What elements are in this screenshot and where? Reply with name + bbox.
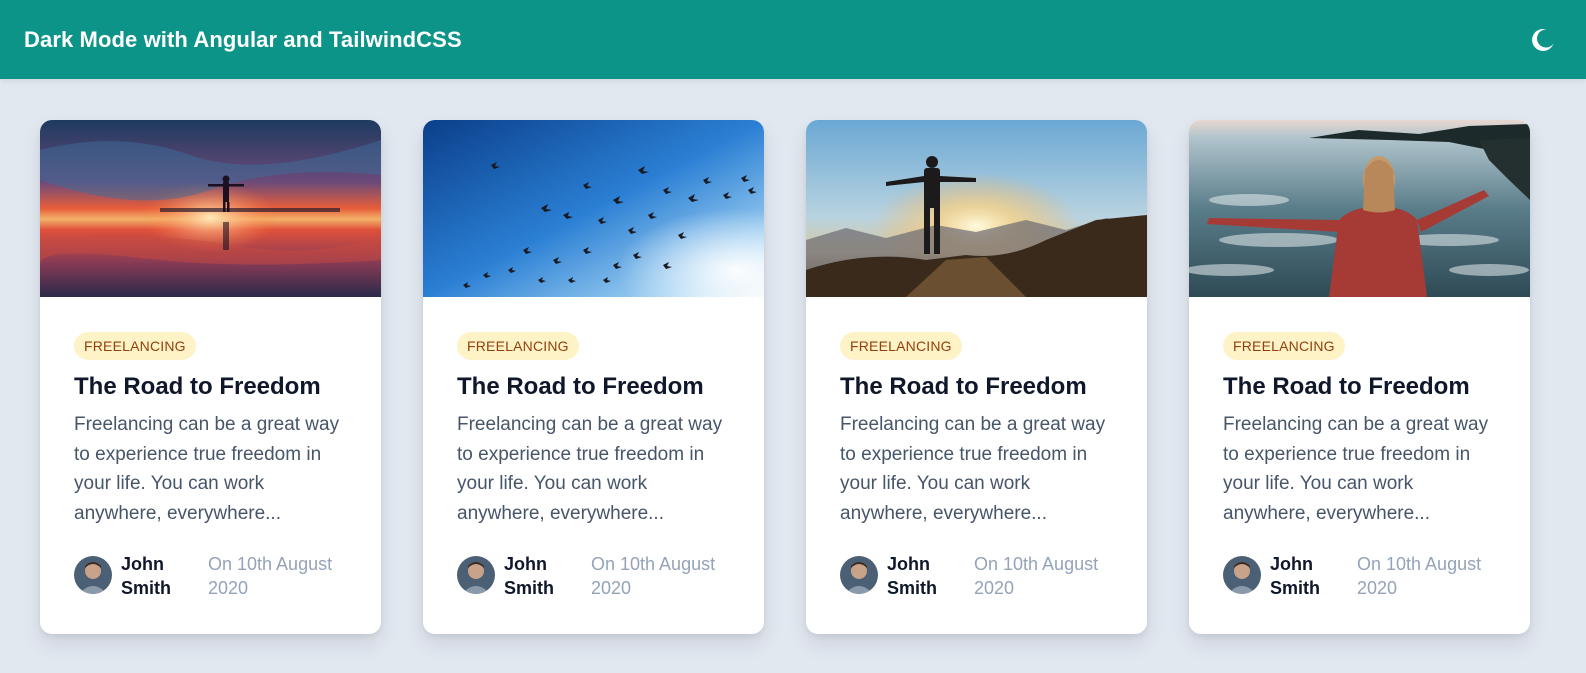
category-badge[interactable]: FREELANCING [74,332,196,360]
avatar [1223,556,1261,594]
post-date: On 10th August 2020 [1357,554,1482,598]
card-title[interactable]: The Road to Freedom [74,372,347,402]
avatar [457,556,495,594]
card-footer: John Smith On 10th August 2020 [840,552,1104,600]
author-name[interactable]: John Smith [887,552,967,600]
dark-mode-toggle-button[interactable] [1528,25,1558,55]
article-card[interactable]: FREELANCING The Road to Freedom Freelanc… [40,120,381,634]
card-excerpt: Freelancing can be a great way to experi… [840,414,1106,524]
birds-in-blue-sky-photo [423,120,764,297]
card-title[interactable]: The Road to Freedom [840,372,1113,402]
app-title: Dark Mode with Angular and TailwindCSS [24,26,462,52]
category-badge[interactable]: FREELANCING [457,332,579,360]
author-name[interactable]: John Smith [1270,552,1350,600]
article-card[interactable]: FREELANCING The Road to Freedom Freelanc… [1189,120,1530,634]
moon-icon [1532,28,1554,51]
card-title[interactable]: The Road to Freedom [457,372,730,402]
card-footer: John Smith On 10th August 2020 [457,552,721,600]
avatar [74,556,112,594]
card-excerpt: Freelancing can be a great way to experi… [457,414,723,524]
author-name[interactable]: John Smith [504,552,584,600]
navbar: Dark Mode with Angular and TailwindCSS [0,0,1586,79]
article-card[interactable]: FREELANCING The Road to Freedom Freelanc… [806,120,1147,634]
avatar [840,556,878,594]
author-name[interactable]: John Smith [121,552,201,600]
article-card[interactable]: FREELANCING The Road to Freedom Freelanc… [423,120,764,634]
card-footer: John Smith On 10th August 2020 [1223,552,1487,600]
woman-by-sea-photo [1189,120,1530,297]
card-title[interactable]: The Road to Freedom [1223,372,1496,402]
post-date: On 10th August 2020 [208,554,333,598]
category-badge[interactable]: FREELANCING [1223,332,1345,360]
category-badge[interactable]: FREELANCING [840,332,962,360]
card-footer: John Smith On 10th August 2020 [74,552,338,600]
sunset-reflection-person-photo [40,120,381,297]
card-excerpt: Freelancing can be a great way to experi… [1223,414,1489,524]
post-date: On 10th August 2020 [591,554,716,598]
man-on-mountain-sunrise-photo [806,120,1147,297]
card-grid: FREELANCING The Road to Freedom Freelanc… [40,120,1530,634]
post-date: On 10th August 2020 [974,554,1099,598]
card-excerpt: Freelancing can be a great way to experi… [74,414,340,524]
